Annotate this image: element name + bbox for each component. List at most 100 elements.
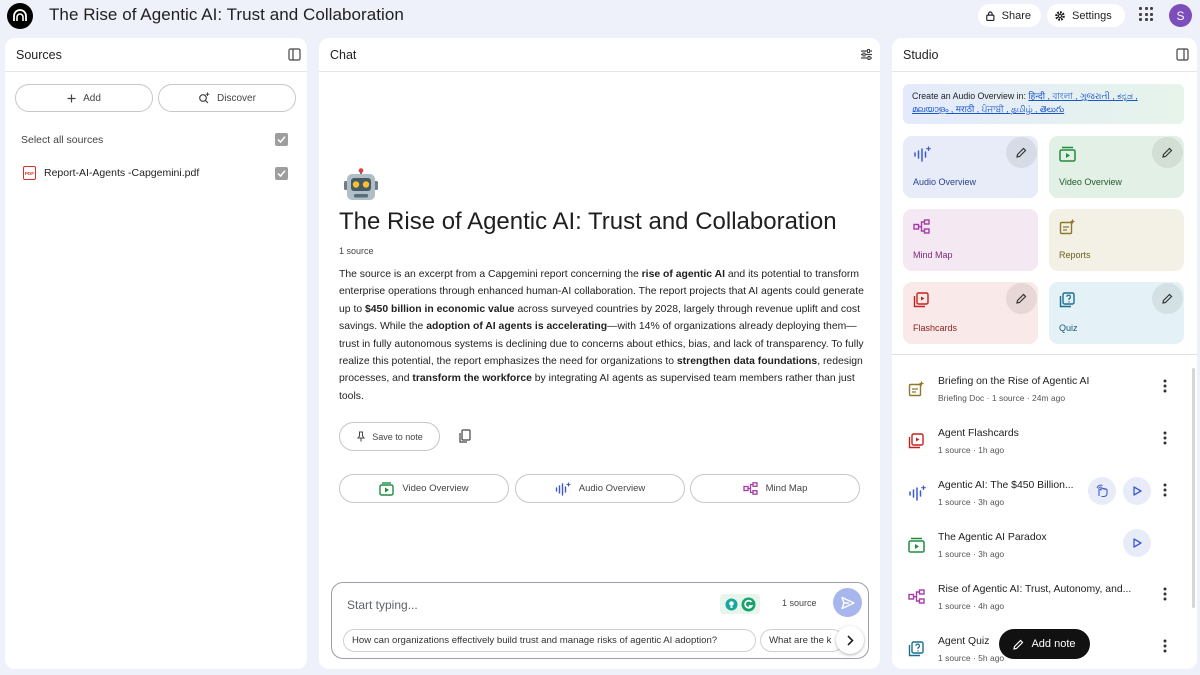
flashcards-icon	[908, 433, 924, 449]
chat-panel: Chat The Rise of Agentic AI: Trust and C…	[319, 38, 880, 669]
studio-scrollbar[interactable]	[1192, 368, 1195, 608]
select-all-checkbox[interactable]	[275, 133, 288, 146]
summary-text: The source is an excerpt from a Capgemin…	[339, 269, 642, 280]
audio-overview-button[interactable]: Audio Overview	[515, 474, 685, 503]
tune-icon[interactable]	[860, 48, 873, 61]
chat-source-count: 1 source	[339, 246, 374, 256]
note-title: Agent Quiz	[938, 636, 990, 647]
save-to-note-button[interactable]: Save to note	[339, 422, 440, 451]
reports-tile-label: Reports	[1059, 250, 1091, 260]
interactive-mode-button[interactable]	[1088, 477, 1116, 505]
edit-button[interactable]	[1006, 137, 1037, 168]
audio-language-links[interactable]: हिन्दी , বাংলা , ગુજરાતી , ಕನ್ನಡ ,	[1028, 91, 1137, 101]
mind-map-label: Mind Map	[765, 483, 808, 494]
note-title: The Agentic AI Paradox	[938, 532, 1047, 543]
suggested-question[interactable]: What are the k	[760, 629, 844, 652]
summary-highlight: strengthen data foundations	[676, 356, 818, 368]
suggested-question[interactable]: How can organizations effectively build …	[343, 629, 756, 652]
summary-highlight: adoption of AI agents is accelerating	[426, 321, 608, 333]
add-note-button[interactable]: Add note	[999, 629, 1090, 659]
pencil-icon	[1162, 293, 1173, 304]
chat-input[interactable]	[347, 596, 707, 614]
discover-button[interactable]: Discover	[158, 84, 296, 112]
discover-search-icon	[199, 92, 210, 104]
audio-language-banner: Create an Audio Overview in: हिन्दी , বা…	[903, 84, 1184, 124]
chevron-right-icon	[847, 634, 854, 646]
play-button[interactable]	[1123, 529, 1151, 557]
share-button[interactable]: Share	[978, 4, 1041, 27]
add-label: Add	[83, 92, 101, 104]
mind-map-icon	[913, 219, 930, 234]
notebook-title[interactable]: The Rise of Agentic AI: Trust and Collab…	[49, 5, 404, 25]
edit-button[interactable]	[1006, 283, 1037, 314]
avatar[interactable]: S	[1169, 4, 1192, 27]
flashcards-tile[interactable]: Flashcards	[903, 282, 1038, 344]
grammarly-widget[interactable]	[720, 594, 760, 614]
pencil-icon	[1162, 147, 1173, 158]
audio-overview-icon	[914, 146, 931, 162]
mind-map-icon	[908, 589, 925, 604]
audio-language-links[interactable]: മലയാളം , मराठी , ਪੰਜਾਬੀ , தமிழ் , తెలుగు	[912, 104, 1064, 114]
more-options-icon[interactable]	[1162, 430, 1168, 446]
studio-note-item[interactable]: The Agentic AI Paradox 1 source · 3h ago	[892, 529, 1197, 584]
apps-grid-icon[interactable]	[1139, 7, 1153, 21]
more-options-icon[interactable]	[1162, 638, 1168, 654]
save-to-note-label: Save to note	[372, 431, 423, 442]
next-suggestion-button[interactable]	[836, 626, 864, 654]
grammarly-icon	[741, 597, 755, 611]
flashcards-tile-label: Flashcards	[913, 323, 958, 333]
more-options-icon[interactable]	[1162, 586, 1168, 602]
collapse-panel-icon[interactable]	[288, 48, 301, 61]
video-overview-tile[interactable]: Video Overview	[1049, 136, 1184, 198]
note-meta: 1 source · 4h ago	[938, 601, 1005, 611]
studio-header: Studio	[892, 38, 1197, 72]
note-meta: 1 source · 3h ago	[938, 549, 1005, 559]
copy-icon[interactable]	[458, 429, 471, 443]
audio-overview-icon	[555, 482, 571, 496]
discover-label: Discover	[217, 92, 256, 104]
quiz-icon	[1059, 292, 1075, 308]
chat-composer: 1 source How can organizations effective…	[331, 582, 869, 659]
edit-button[interactable]	[1152, 137, 1183, 168]
chat-notebook-title: The Rise of Agentic AI: Trust and Collab…	[339, 208, 837, 235]
audio-overview-tile[interactable]: Audio Overview	[903, 136, 1038, 198]
collapse-panel-icon[interactable]	[1176, 48, 1189, 61]
note-meta: Briefing Doc · 1 source · 24m ago	[938, 393, 1066, 403]
interactive-mode-icon	[1096, 484, 1108, 498]
share-label: Share	[1001, 9, 1031, 22]
summary-highlight: rise of agentic AI	[641, 269, 725, 280]
notebooklm-logo-icon[interactable]	[7, 3, 33, 29]
video-overview-icon	[379, 481, 395, 496]
quiz-tile[interactable]: Quiz	[1049, 282, 1184, 344]
add-source-button[interactable]: Add	[15, 84, 153, 112]
send-button[interactable]	[833, 588, 862, 617]
audio-overview-label: Audio Overview	[578, 483, 646, 494]
quiz-icon	[908, 641, 924, 657]
video-overview-button[interactable]: Video Overview	[339, 474, 509, 503]
mind-map-tile[interactable]: Mind Map	[903, 209, 1038, 271]
send-icon	[840, 596, 855, 609]
settings-button[interactable]: Settings	[1047, 4, 1125, 27]
summary-highlight: $450 billion in economic value	[365, 303, 515, 315]
more-options-icon[interactable]	[1162, 378, 1168, 394]
check-icon	[277, 136, 286, 144]
pencil-icon	[1016, 147, 1027, 158]
mind-map-button[interactable]: Mind Map	[690, 474, 860, 503]
studio-note-item[interactable]: Agent Flashcards 1 source · 1h ago	[892, 428, 1197, 480]
quiz-tile-label: Quiz	[1059, 323, 1078, 333]
flashcards-icon	[913, 292, 929, 308]
note-title: Briefing on the Rise of Agentic AI	[938, 376, 1090, 387]
pencil-icon	[1016, 293, 1027, 304]
studio-note-item[interactable]: Briefing on the Rise of Agentic AI Brief…	[892, 376, 1197, 428]
source-checkbox[interactable]	[275, 167, 288, 180]
edit-button[interactable]	[1152, 283, 1183, 314]
composer-source-count: 1 source	[782, 598, 817, 608]
source-file-name[interactable]: Report-AI-Agents -Capgemini.pdf	[44, 167, 199, 179]
more-options-icon[interactable]	[1162, 482, 1168, 498]
studio-note-item[interactable]: Agentic AI: The $450 Billion... 1 source…	[892, 477, 1197, 532]
play-button[interactable]	[1123, 477, 1151, 505]
video-overview-icon	[1059, 146, 1076, 162]
pencil-icon	[1013, 639, 1024, 650]
video-overview-icon	[908, 537, 925, 553]
reports-tile[interactable]: Reports	[1049, 209, 1184, 271]
